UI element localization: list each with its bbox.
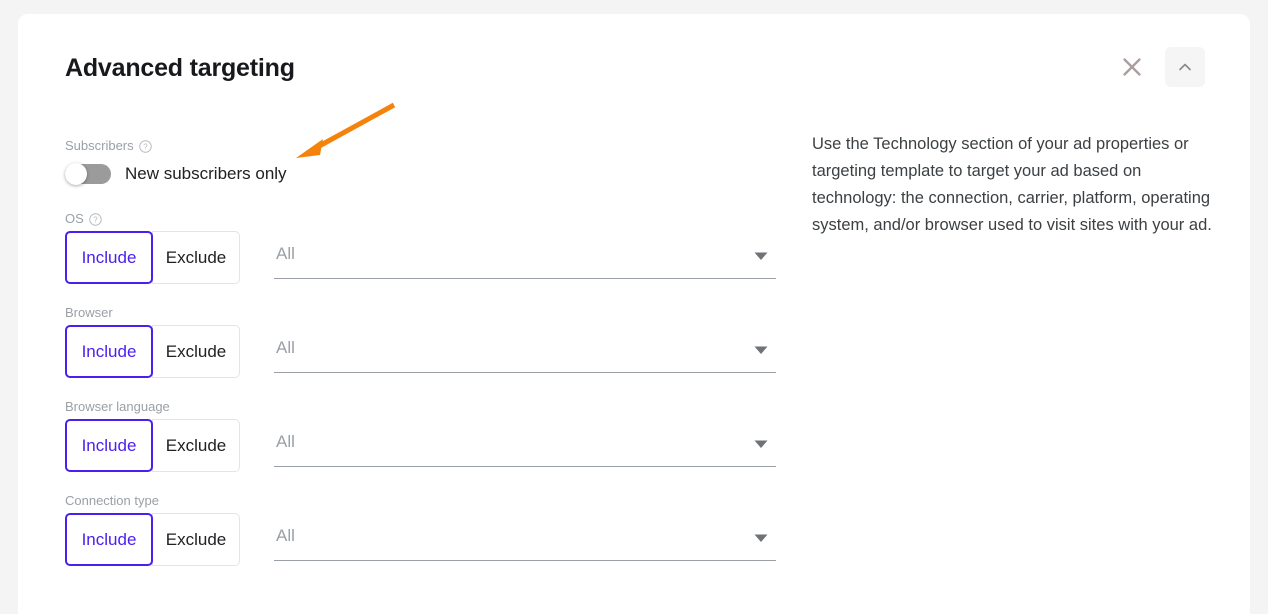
card-content: Subscribers ? New subscribers only OS ? …: [18, 114, 1250, 614]
page-title: Advanced targeting: [65, 54, 295, 82]
card-header: Advanced targeting: [18, 14, 1250, 114]
browser-label-row: Browser: [65, 305, 765, 321]
svg-text:?: ?: [143, 142, 148, 151]
connection-type-label: Connection type: [65, 493, 159, 508]
browser-language-label-row: Browser language: [65, 399, 765, 415]
browser-language-label: Browser language: [65, 399, 170, 414]
connection-type-include-exclude-group: Include Exclude: [65, 513, 240, 566]
chevron-down-icon: [754, 440, 768, 449]
os-exclude-button[interactable]: Exclude: [152, 231, 240, 284]
close-button[interactable]: [1115, 50, 1149, 84]
browser-include-exclude-group: Include Exclude: [65, 325, 240, 378]
advanced-targeting-card: Advanced targeting Subscribers ? New sub…: [18, 14, 1250, 614]
new-subscribers-label: New subscribers only: [125, 164, 287, 183]
browser-language-exclude-button[interactable]: Exclude: [152, 419, 240, 472]
browser-label: Browser: [65, 305, 113, 320]
header-actions: [1115, 47, 1205, 87]
os-include-exclude-group: Include Exclude: [65, 231, 240, 284]
browser-select-value: All: [276, 338, 295, 357]
toggle-knob: [65, 163, 87, 185]
browser-language-include-exclude-group: Include Exclude: [65, 419, 240, 472]
help-panel: Use the Technology section of your ad pr…: [812, 135, 1212, 234]
os-select-value: All: [276, 244, 295, 263]
chevron-down-icon: [754, 252, 768, 261]
browser-controls: Include Exclude All: [65, 325, 776, 378]
browser-select[interactable]: All: [274, 332, 776, 373]
collapse-button[interactable]: [1165, 47, 1205, 87]
new-subscribers-toggle[interactable]: [65, 163, 111, 185]
connection-type-label-row: Connection type: [65, 493, 765, 509]
os-controls: Include Exclude All: [65, 231, 776, 284]
browser-language-select-value: All: [276, 432, 295, 451]
chevron-down-icon: [754, 534, 768, 543]
subscribers-label: Subscribers: [65, 138, 134, 153]
connection-type-select[interactable]: All: [274, 520, 776, 561]
browser-language-controls: Include Exclude All: [65, 419, 776, 472]
targeting-form: Subscribers ? New subscribers only OS ? …: [65, 114, 776, 566]
connection-type-include-button[interactable]: Include: [65, 513, 153, 566]
help-circle-icon[interactable]: ?: [138, 139, 152, 153]
os-label: OS: [65, 211, 84, 226]
field-connection-type: Connection type Include Exclude All: [65, 493, 776, 566]
os-select[interactable]: All: [274, 238, 776, 279]
browser-language-select[interactable]: All: [274, 426, 776, 467]
subscribers-label-row: Subscribers ?: [65, 138, 765, 154]
chevron-down-icon: [754, 346, 768, 355]
field-os: OS ? Include Exclude All: [65, 211, 776, 284]
os-label-row: OS ?: [65, 211, 765, 227]
svg-text:?: ?: [93, 215, 98, 224]
subscribers-toggle-row: New subscribers only: [65, 158, 765, 190]
help-circle-icon[interactable]: ?: [89, 212, 102, 226]
chevron-up-icon: [1176, 58, 1194, 76]
connection-type-controls: Include Exclude All: [65, 513, 776, 566]
connection-type-exclude-button[interactable]: Exclude: [152, 513, 240, 566]
connection-type-select-value: All: [276, 526, 295, 545]
field-browser-language: Browser language Include Exclude All: [65, 399, 776, 472]
subscribers-field: Subscribers ? New subscribers only: [65, 138, 765, 190]
page-root: Advanced targeting Subscribers ? New sub…: [0, 0, 1268, 614]
browser-language-include-button[interactable]: Include: [65, 419, 153, 472]
field-browser: Browser Include Exclude All: [65, 305, 776, 378]
close-icon: [1119, 54, 1145, 80]
browser-exclude-button[interactable]: Exclude: [152, 325, 240, 378]
browser-include-button[interactable]: Include: [65, 325, 153, 378]
os-include-button[interactable]: Include: [65, 231, 153, 284]
